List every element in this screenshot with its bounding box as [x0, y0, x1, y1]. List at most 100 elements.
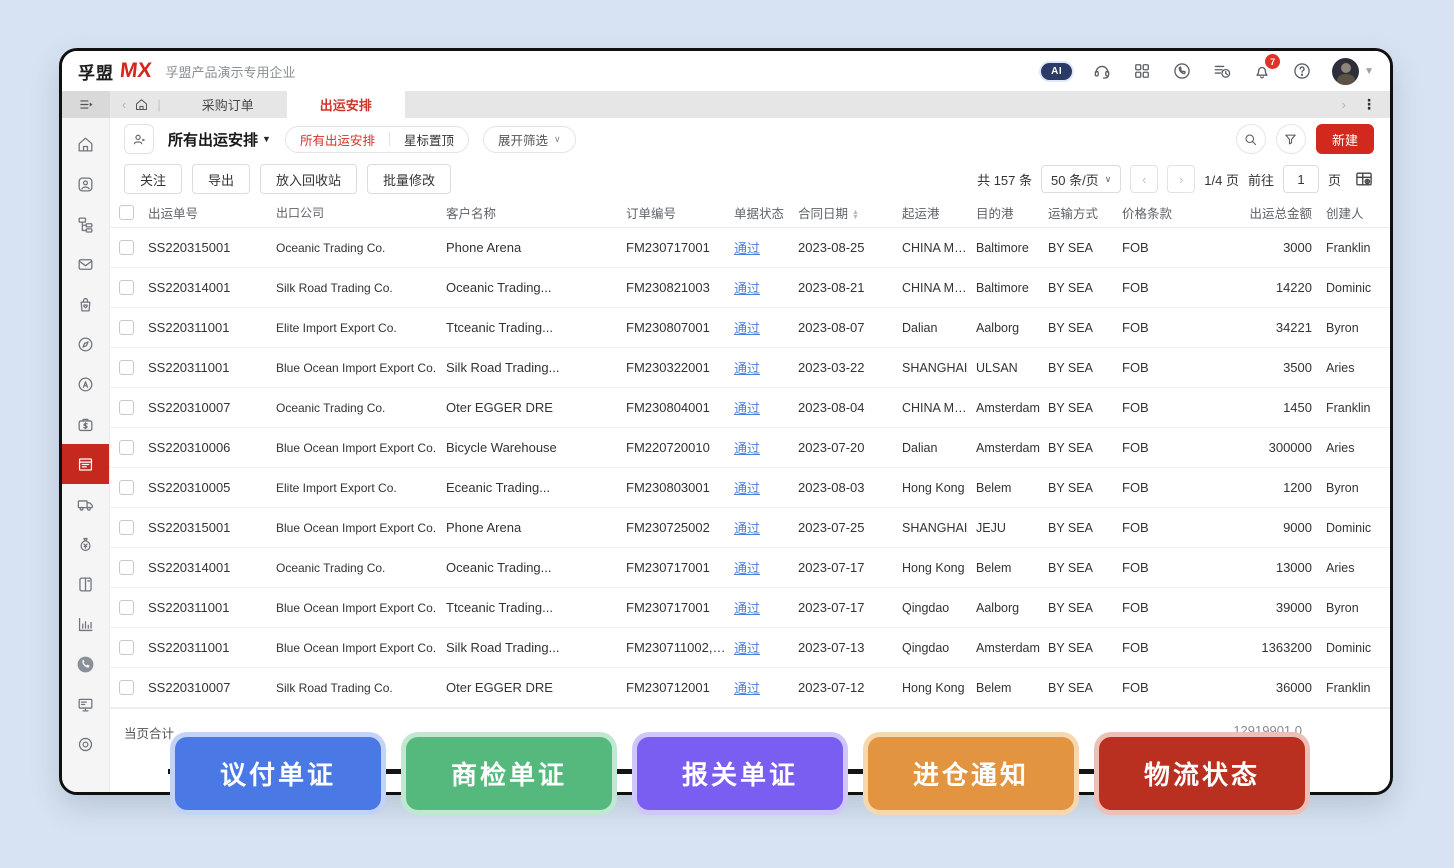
table-row[interactable]: SS220310007Silk Road Trading Co.Oter EGG…	[110, 668, 1390, 708]
table-row[interactable]: SS220310005Elite Import Export Co.Eceani…	[110, 468, 1390, 508]
row-checkbox[interactable]	[119, 240, 134, 255]
status-link[interactable]: 通过	[734, 238, 798, 257]
sidebar-item-shipping-doc[interactable]	[62, 444, 109, 484]
table-settings-icon[interactable]	[1354, 169, 1374, 189]
quick-filter-option[interactable]: 星标置顶	[390, 127, 468, 152]
whatsapp-icon	[76, 655, 95, 674]
row-checkbox[interactable]	[119, 360, 134, 375]
expand-filter-button[interactable]: 展开筛选 ∨	[483, 126, 576, 153]
bulk-action-button[interactable]: 关注	[124, 164, 182, 194]
table-cell: FM230803001	[626, 480, 734, 495]
sort-icon[interactable]: ▲▼	[852, 210, 859, 220]
headset-icon[interactable]	[1092, 61, 1112, 81]
apps-grid-icon[interactable]	[1132, 61, 1152, 81]
row-checkbox[interactable]	[119, 560, 134, 575]
status-link[interactable]: 通过	[734, 518, 798, 537]
sidebar-item-compass[interactable]	[62, 324, 109, 364]
select-all-checkbox[interactable]	[119, 205, 134, 220]
status-link[interactable]: 通过	[734, 278, 798, 297]
table-row[interactable]: SS220311001Blue Ocean Import Export Co.S…	[110, 628, 1390, 668]
bulk-action-button[interactable]: 导出	[192, 164, 250, 194]
tab-inactive[interactable]: 采购订单	[169, 91, 287, 118]
status-link[interactable]: 通过	[734, 358, 798, 377]
bulk-action-button[interactable]: 批量修改	[367, 164, 451, 194]
flow-button-2[interactable]: 商检单证	[406, 737, 612, 810]
sidebar-item-monitor[interactable]	[62, 684, 109, 724]
status-link[interactable]: 通过	[734, 318, 798, 337]
row-checkbox[interactable]	[119, 320, 134, 335]
sidebar-item-circle-a[interactable]	[62, 364, 109, 404]
sidebar-item-briefcase-dollar[interactable]	[62, 404, 109, 444]
flow-button-5[interactable]: 物流状态	[1099, 737, 1305, 810]
goto-page-input[interactable]	[1283, 165, 1319, 193]
table-row[interactable]: SS220310007Oceanic Trading Co.Oter EGGER…	[110, 388, 1390, 428]
row-checkbox[interactable]	[119, 480, 134, 495]
bulk-action-button[interactable]: 放入回收站	[260, 164, 357, 194]
sidebar-item-truck[interactable]	[62, 484, 109, 524]
row-checkbox[interactable]	[119, 280, 134, 295]
prev-page-button[interactable]: ‹	[1130, 165, 1158, 193]
table-cell: 36000	[1194, 680, 1322, 695]
row-checkbox[interactable]	[119, 640, 134, 655]
view-selector[interactable]: 所有出运安排 ▼	[168, 129, 271, 150]
status-link[interactable]: 通过	[734, 678, 798, 697]
sidebar-item-notebook[interactable]	[62, 564, 109, 604]
filter-funnel-icon[interactable]	[1276, 124, 1306, 154]
sidebar-item-whatsapp[interactable]	[62, 644, 109, 684]
forward-chevron-icon[interactable]: ›	[1342, 97, 1346, 112]
column-header: 目的港	[976, 203, 1048, 222]
table-row[interactable]: SS220315001Oceanic Trading Co.Phone Aren…	[110, 228, 1390, 268]
search-icon[interactable]	[1236, 124, 1266, 154]
page-size-select[interactable]: 50 条/页 ∨	[1041, 165, 1121, 193]
sidebar-item-gear[interactable]	[62, 724, 109, 764]
row-checkbox[interactable]	[119, 400, 134, 415]
help-icon[interactable]	[1292, 61, 1312, 81]
sidebar-item-home[interactable]	[62, 124, 109, 164]
status-link[interactable]: 通过	[734, 558, 798, 577]
status-link[interactable]: 通过	[734, 478, 798, 497]
phone-icon[interactable]	[1172, 61, 1192, 81]
sidebar-item-money-bag[interactable]	[62, 524, 109, 564]
column-header[interactable]: 合同日期▲▼	[798, 203, 902, 222]
activity-log-icon[interactable]	[1212, 61, 1232, 81]
table-cell: 2023-03-22	[798, 360, 902, 375]
home-tab-icon[interactable]	[134, 97, 149, 112]
status-link[interactable]: 通过	[734, 598, 798, 617]
sidebar-item-bag[interactable]	[62, 284, 109, 324]
create-button[interactable]: 新建	[1316, 124, 1374, 154]
flow-button-4[interactable]: 进仓通知	[868, 737, 1074, 810]
row-checkbox[interactable]	[119, 680, 134, 695]
avatar[interactable]	[1332, 58, 1359, 85]
row-checkbox[interactable]	[119, 440, 134, 455]
row-checkbox[interactable]	[119, 520, 134, 535]
tab-active[interactable]: 出运安排	[287, 91, 405, 118]
table-row[interactable]: SS220314001Silk Road Trading Co.Oceanic …	[110, 268, 1390, 308]
status-link[interactable]: 通过	[734, 638, 798, 657]
more-options-icon[interactable]: ⋮	[1362, 96, 1376, 113]
row-checkbox[interactable]	[119, 600, 134, 615]
flow-button-3[interactable]: 报关单证	[637, 737, 843, 810]
table-row[interactable]: SS220311001Blue Ocean Import Export Co.S…	[110, 348, 1390, 388]
table-row[interactable]: SS220310006Blue Ocean Import Export Co.B…	[110, 428, 1390, 468]
bar-chart-icon	[76, 615, 95, 634]
owner-filter-button[interactable]	[124, 124, 154, 154]
flow-button-1[interactable]: 议付单证	[175, 737, 381, 810]
table-row[interactable]: SS220311001Blue Ocean Import Export Co.T…	[110, 588, 1390, 628]
sidebar-item-contact-card[interactable]	[62, 164, 109, 204]
table-cell: Dominic	[1322, 641, 1388, 655]
status-link[interactable]: 通过	[734, 398, 798, 417]
sidebar-collapse-button[interactable]	[62, 91, 110, 118]
status-link[interactable]: 通过	[734, 438, 798, 457]
table-row[interactable]: SS220315001Blue Ocean Import Export Co.P…	[110, 508, 1390, 548]
table-row[interactable]: SS220314001Oceanic Trading Co.Oceanic Tr…	[110, 548, 1390, 588]
notifications-bell-icon[interactable]: 7	[1252, 61, 1272, 81]
table-row[interactable]: SS220311001Elite Import Export Co.Ttcean…	[110, 308, 1390, 348]
ai-assistant-button[interactable]: AI	[1041, 63, 1072, 80]
quick-filter-option[interactable]: 所有出运安排	[286, 127, 389, 152]
sidebar-item-bar-chart[interactable]	[62, 604, 109, 644]
sidebar-item-mail[interactable]	[62, 244, 109, 284]
sidebar-item-org-chart[interactable]	[62, 204, 109, 244]
user-menu[interactable]: ▼	[1332, 58, 1374, 85]
next-page-button[interactable]: ›	[1167, 165, 1195, 193]
back-chevron-icon[interactable]: ‹	[122, 97, 126, 112]
